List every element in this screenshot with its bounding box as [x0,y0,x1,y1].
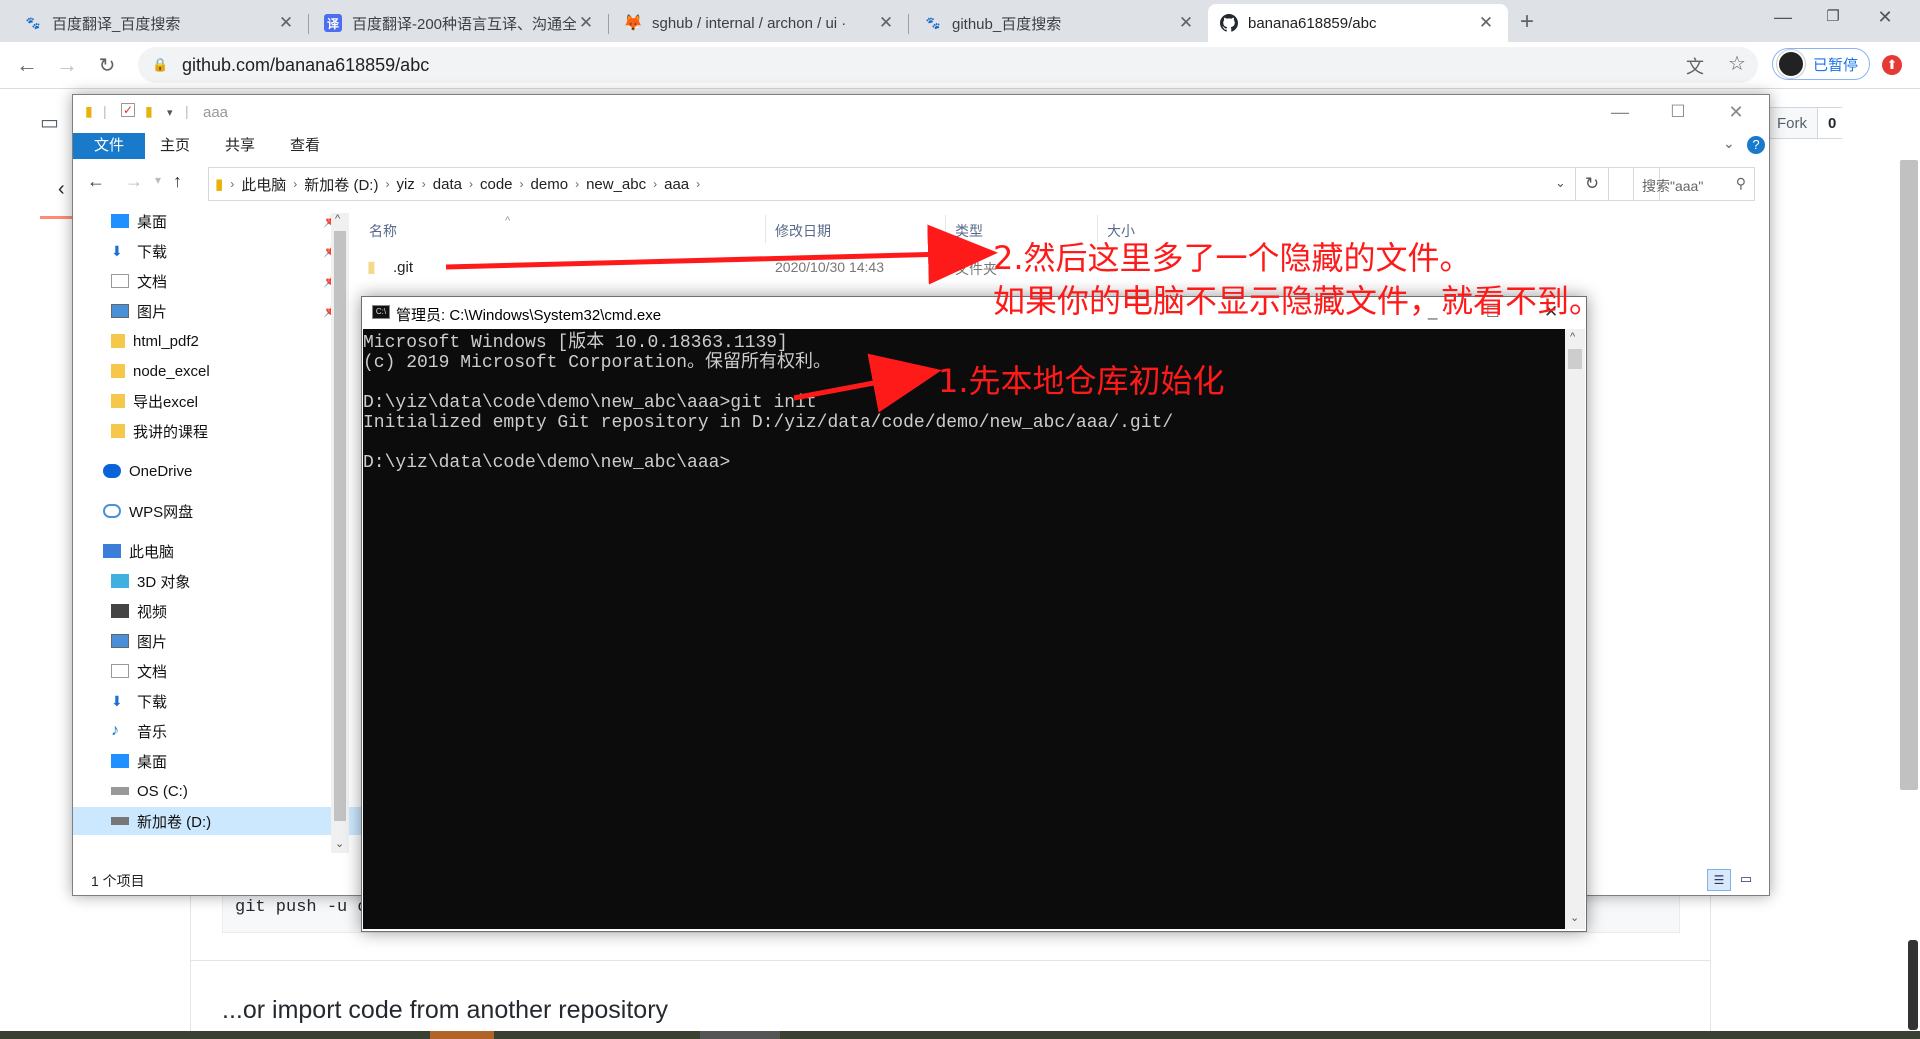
arrow-to-git-folder [445,224,998,285]
annotation-note-2: 2.然后这里多了一个隐藏的文件。 [993,239,1472,277]
annotation-note-2b: 如果你的电脑不显示隐藏文件，就看不到。 [993,282,1602,320]
arrow-to-git-init [793,353,942,413]
annotation-arrows [445,224,998,413]
annotation-note-1: 1.先本地仓库初始化 [938,362,1225,400]
